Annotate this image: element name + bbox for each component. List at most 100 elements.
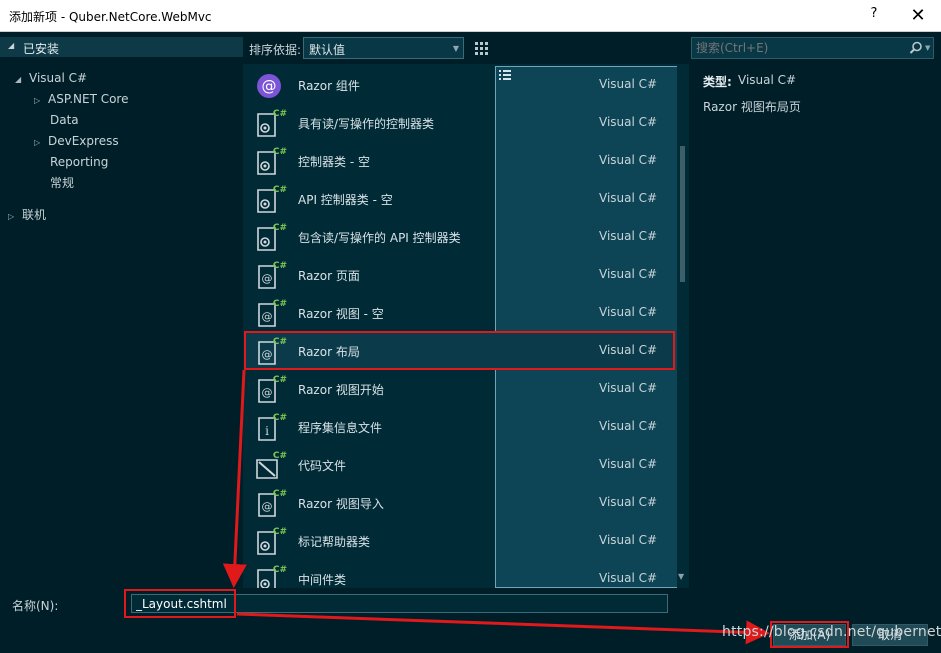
svg-text:C#: C# — [273, 185, 287, 195]
tree-item-visual-csharp[interactable]: ◢ Visual C# — [15, 69, 87, 87]
template-row[interactable]: @ C# Razor 视图开始 Visual C# — [245, 370, 675, 408]
controller-icon: C# — [253, 144, 287, 178]
close-button[interactable]: ✕ — [903, 3, 933, 29]
template-name: 中间件类 — [298, 573, 347, 587]
template-language: Visual C# — [599, 191, 658, 205]
svg-text:C#: C# — [273, 223, 287, 233]
search-input[interactable] — [692, 38, 902, 58]
template-row[interactable]: @ Razor 组件 Visual C# — [245, 66, 675, 104]
razor-page-icon: @ C# — [253, 372, 287, 406]
template-row[interactable]: C# 控制器类 - 空 Visual C# — [245, 142, 675, 180]
collapse-arrow-icon: ◢ — [8, 41, 15, 50]
svg-text:@: @ — [262, 272, 273, 285]
template-language: Visual C# — [599, 457, 658, 471]
annotation-box-selected-template — [244, 331, 675, 370]
template-row[interactable]: i C# 程序集信息文件 Visual C# — [245, 408, 675, 446]
svg-text:C#: C# — [273, 261, 287, 271]
expanded-arrow-icon: ◢ — [15, 75, 22, 84]
svg-text:C#: C# — [273, 527, 287, 537]
template-name: 代码文件 — [298, 459, 347, 473]
collapsed-arrow-icon: ▷ — [34, 138, 41, 147]
template-name: API 控制器类 - 空 — [298, 193, 393, 207]
name-label: 名称(N): — [12, 599, 59, 613]
template-row[interactable]: C# API 控制器类 - 空 Visual C# — [245, 180, 675, 218]
template-row[interactable]: @ C# Razor 视图导入 Visual C# — [245, 484, 675, 522]
svg-text:i: i — [265, 424, 269, 438]
category-panel: ◢ 已安装 — [0, 32, 243, 588]
scrollbar-thumb[interactable] — [680, 146, 685, 282]
svg-text:C#: C# — [273, 147, 287, 157]
template-row[interactable]: C# 具有读/写操作的控制器类 Visual C# — [245, 104, 675, 142]
watermark-text: https://blog.csdn.net/qubernet — [722, 624, 941, 640]
tree-item-devexpress[interactable]: ▷ DevExpress — [34, 132, 119, 150]
template-language: Visual C# — [599, 77, 658, 91]
installed-header[interactable]: ◢ 已安装 — [0, 37, 243, 57]
template-name: 程序集信息文件 — [298, 421, 383, 435]
search-options-chevron-icon[interactable]: ▼ — [925, 44, 930, 52]
template-language: Visual C# — [599, 495, 658, 509]
svg-text:C#: C# — [273, 375, 287, 385]
help-button[interactable]: ? — [863, 6, 885, 26]
tree-item-data[interactable]: Data — [50, 111, 79, 129]
svg-text:C#: C# — [273, 413, 287, 423]
code-file-icon: C# — [253, 448, 287, 482]
template-name: Razor 组件 — [298, 79, 360, 93]
chevron-down-icon: ▼ — [452, 44, 459, 53]
collapsed-arrow-icon: ▷ — [8, 212, 15, 221]
details-panel — [689, 32, 941, 588]
template-language: Visual C# — [599, 381, 658, 395]
controller-icon: C# — [253, 106, 287, 140]
template-language: Visual C# — [599, 305, 658, 319]
template-list[interactable]: @ Razor 组件 Visual C# C# 具有读/写操作的控制器类 Visual C… — [245, 66, 677, 588]
controller-icon: C# — [253, 220, 287, 254]
collapsed-arrow-icon: ▷ — [34, 96, 41, 105]
template-language: Visual C# — [599, 571, 658, 585]
template-name: Razor 视图 - 空 — [298, 307, 384, 321]
svg-text:@: @ — [262, 310, 273, 323]
template-name: 包含读/写操作的 API 控制器类 — [298, 231, 461, 245]
template-language: Visual C# — [599, 229, 658, 243]
sort-value: 默认值 — [309, 43, 346, 57]
template-row[interactable]: C# 标记帮助器类 Visual C# — [245, 522, 675, 560]
template-name: 控制器类 - 空 — [298, 155, 370, 169]
template-row[interactable]: C# 包含读/写操作的 API 控制器类 Visual C# — [245, 218, 675, 256]
title-bar: 添加新项 - Quber.NetCore.WebMvc ? ✕ — [0, 0, 941, 32]
template-row[interactable]: C# 代码文件 Visual C# — [245, 446, 675, 484]
razor-component-icon: @ — [253, 68, 287, 102]
template-row[interactable]: @ C# Razor 视图 - 空 Visual C# — [245, 294, 675, 332]
template-list-scrollbar[interactable]: ▼ — [677, 66, 689, 588]
tree-item-general[interactable]: 常规 — [50, 174, 74, 192]
tree-item-reporting[interactable]: Reporting — [50, 153, 108, 171]
installed-label: 已安装 — [23, 42, 60, 56]
svg-text:C#: C# — [273, 451, 287, 461]
info-file-icon: i C# — [253, 410, 287, 444]
tree-item-aspnet-core[interactable]: ▷ ASP.NET Core — [34, 90, 128, 108]
svg-text:C#: C# — [273, 489, 287, 499]
svg-text:@: @ — [262, 386, 273, 399]
type-value: Visual C# — [738, 73, 797, 87]
razor-page-icon: @ C# — [253, 296, 287, 330]
window-title: 添加新项 - Quber.NetCore.WebMvc — [9, 10, 212, 24]
template-language: Visual C# — [599, 267, 658, 281]
template-name: Razor 视图导入 — [298, 497, 384, 511]
template-description: Razor 视图布局页 — [703, 100, 801, 114]
grid-view-icon — [475, 42, 488, 55]
template-name: 标记帮助器类 — [298, 535, 371, 549]
grid-view-button[interactable] — [471, 38, 491, 58]
sort-select[interactable]: 默认值 ▼ — [303, 37, 464, 59]
template-language: Visual C# — [599, 419, 658, 433]
search-box[interactable]: ▼ — [691, 37, 934, 59]
template-name: Razor 页面 — [298, 269, 360, 283]
template-language: Visual C# — [599, 115, 658, 129]
template-row[interactable]: @ C# Razor 页面 Visual C# — [245, 256, 675, 294]
template-name: 具有读/写操作的控制器类 — [298, 117, 435, 131]
scroll-down-icon[interactable]: ▼ — [678, 572, 684, 581]
type-label: 类型: — [703, 75, 732, 89]
tree-item-online[interactable]: ▷ 联机 — [8, 206, 46, 224]
svg-text:C#: C# — [273, 109, 287, 119]
template-row[interactable]: C# 中间件类 Visual C# — [245, 560, 675, 588]
search-icon[interactable] — [908, 40, 924, 56]
annotation-box-name-input — [124, 589, 236, 618]
svg-text:@: @ — [262, 77, 277, 95]
sort-label: 排序依据: — [249, 43, 302, 57]
